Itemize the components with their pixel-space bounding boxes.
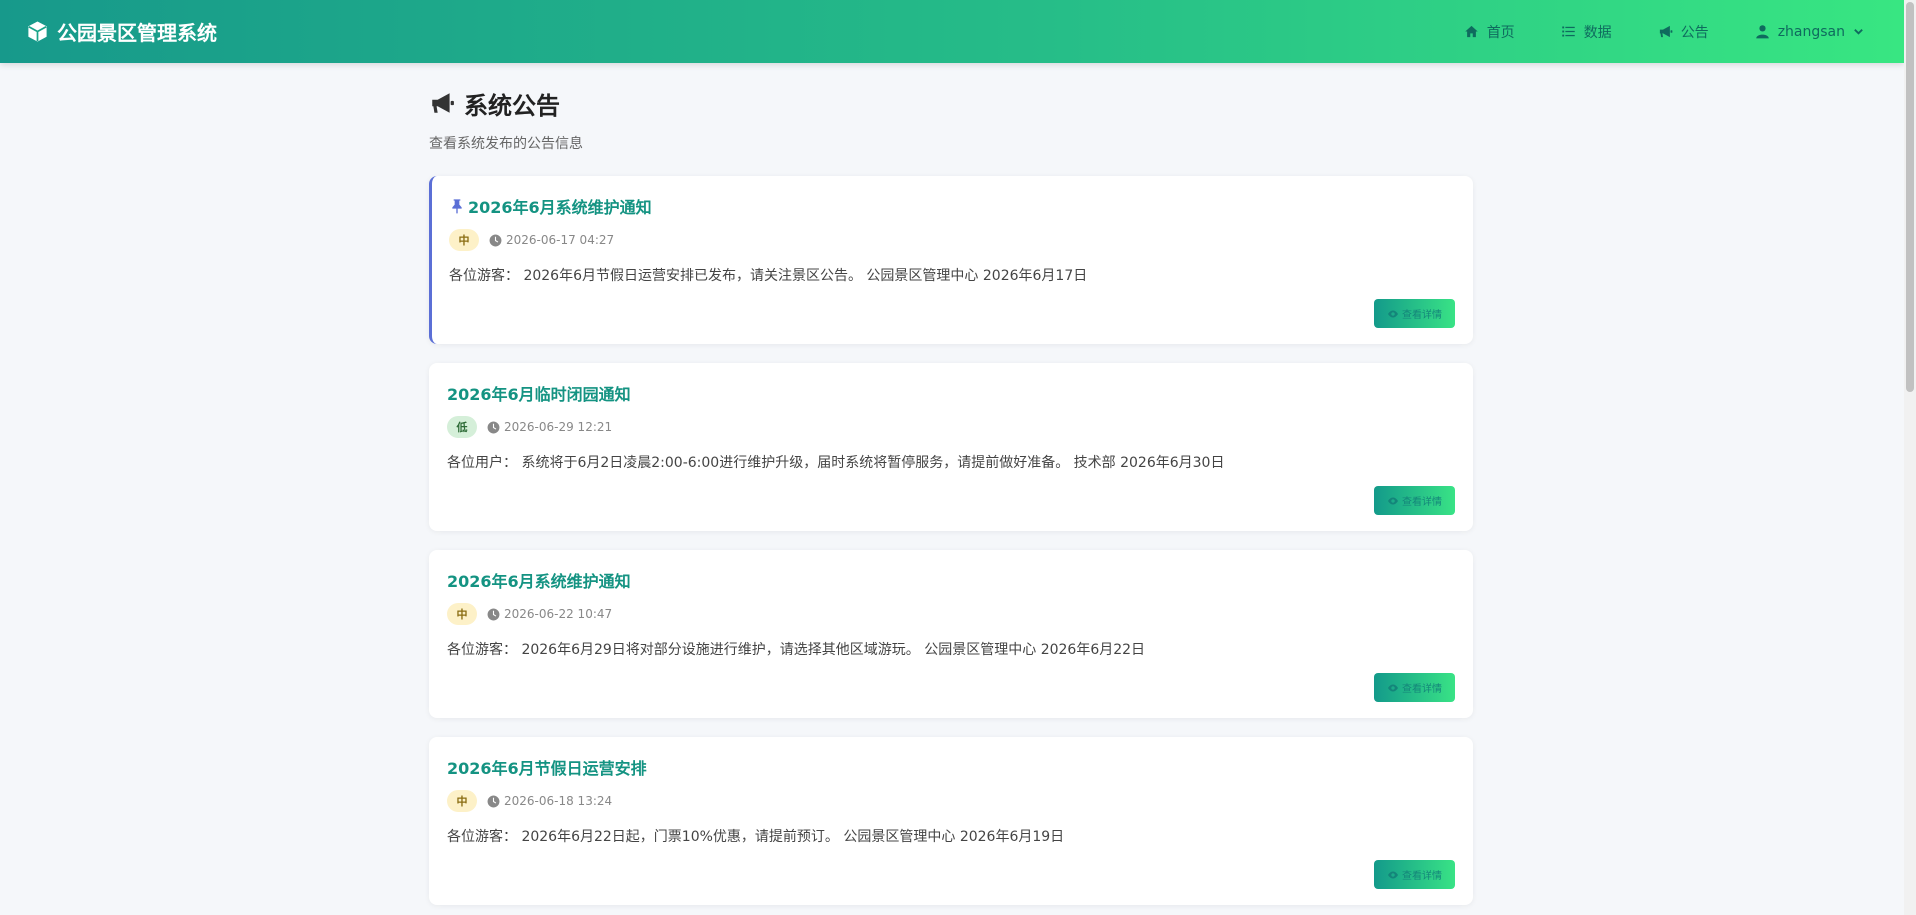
priority-badge: 中 [447, 603, 477, 625]
notice-date-text: 2026-06-18 13:24 [504, 794, 613, 808]
view-detail-label: 查看详情 [1402, 310, 1442, 321]
notice-content: 各位游客： 2026年6月节假日运营安排已发布，请关注景区公告。 公园景区管理中… [449, 268, 1088, 284]
priority-badge: 中 [449, 229, 479, 251]
page-title-text: 系统公告 [464, 91, 560, 120]
nav-data[interactable]: 数据 [1561, 22, 1612, 42]
clock-icon [487, 608, 500, 620]
nav-notice[interactable]: 公告 [1658, 22, 1709, 42]
priority-badge: 低 [447, 416, 477, 438]
notice-date-text: 2026-06-17 04:27 [506, 233, 615, 247]
notice-title-text: 2026年6月节假日运营安排 [447, 759, 647, 778]
notice-date-text: 2026-06-29 12:21 [504, 420, 613, 434]
clock-icon [487, 421, 500, 433]
page-title: 系统公告 [429, 86, 1473, 120]
notice-title[interactable]: 2026年6月节假日运营安排 [447, 755, 647, 779]
notice-title-text: 2026年6月系统维护通知 [468, 198, 652, 217]
view-detail-button[interactable]: 查看详情 [1374, 486, 1455, 515]
page-scrollbar[interactable] [1904, 0, 1916, 915]
view-detail-label: 查看详情 [1402, 497, 1442, 508]
bullhorn-icon [432, 93, 454, 113]
notice-meta: 低 2026-06-29 12:21 [447, 416, 612, 438]
notice-date: 2026-06-18 13:24 [487, 794, 612, 808]
notice-title[interactable]: 2026年6月临时闭园通知 [447, 381, 631, 405]
notice-meta: 中 2026-06-18 13:24 [447, 790, 612, 812]
user-menu[interactable]: zhangsan [1755, 24, 1864, 40]
notice-meta: 中 2026-06-22 10:47 [447, 603, 612, 625]
nav-data-label: 数据 [1583, 24, 1612, 41]
nav-notice-label: 公告 [1680, 24, 1709, 41]
view-detail-button[interactable]: 查看详情 [1374, 673, 1455, 702]
eye-icon [1388, 497, 1398, 504]
notice-meta: 中 2026-06-17 04:27 [449, 229, 614, 251]
cube-icon [28, 21, 47, 42]
notice-content: 各位游客： 2026年6月29日将对部分设施进行维护，请选择其他区域游玩。 公园… [447, 642, 1146, 658]
notice-title[interactable]: 2026年6月系统维护通知 [449, 194, 652, 218]
home-icon [1464, 25, 1478, 38]
notice-date-text: 2026-06-22 10:47 [504, 607, 613, 621]
user-icon [1755, 25, 1769, 39]
scrollbar-thumb[interactable] [1906, 2, 1914, 392]
notice-content: 各位游客： 2026年6月22日起，门票10%优惠，请提前预订。 公园景区管理中… [447, 829, 1065, 845]
chevron-down-icon [1854, 29, 1863, 35]
clock-icon [487, 795, 500, 807]
brand[interactable]: 公园景区管理系统 [26, 0, 217, 63]
notice-card: 2026年6月节假日运营安排 中 2026-06-18 13:24 各位游客： … [429, 737, 1473, 905]
view-detail-label: 查看详情 [1402, 871, 1442, 882]
brand-title: 公园景区管理系统 [57, 21, 217, 45]
priority-badge: 中 [447, 790, 477, 812]
notice-date: 2026-06-29 12:21 [487, 420, 612, 434]
nav-home-label: 首页 [1486, 24, 1515, 41]
notice-content: 各位用户： 系统将于6月2日凌晨2:00-6:00进行维护升级，届时系统将暂停服… [447, 455, 1225, 471]
nav-home[interactable]: 首页 [1464, 22, 1515, 42]
notice-card: 2026年6月系统维护通知 中 2026-06-22 10:47 各位游客： 2… [429, 550, 1473, 718]
notice-title[interactable]: 2026年6月系统维护通知 [447, 568, 631, 592]
nav-links: 首页 数据 公告 zhangsan [1464, 0, 1864, 63]
main-container: 系统公告 查看系统发布的公告信息 2026年6月系统维护通知 中 2026-06… [429, 63, 1473, 905]
view-detail-button[interactable]: 查看详情 [1374, 860, 1455, 889]
eye-icon [1388, 684, 1398, 691]
notice-date: 2026-06-17 04:27 [489, 233, 614, 247]
notice-title-text: 2026年6月临时闭园通知 [447, 385, 631, 404]
list-icon [1561, 26, 1575, 37]
notice-card: 2026年6月临时闭园通知 低 2026-06-29 12:21 各位用户： 系… [429, 363, 1473, 531]
eye-icon [1388, 310, 1398, 317]
view-detail-label: 查看详情 [1402, 684, 1442, 695]
page-subtitle: 查看系统发布的公告信息 [429, 136, 583, 152]
top-navbar: 公园景区管理系统 首页 数据 公告 zhangsan [0, 0, 1904, 63]
notice-card: 2026年6月系统维护通知 中 2026-06-17 04:27 各位游客： 2… [429, 176, 1473, 344]
notice-title-text: 2026年6月系统维护通知 [447, 572, 631, 591]
clock-icon [489, 234, 502, 246]
view-detail-button[interactable]: 查看详情 [1374, 299, 1455, 328]
notice-date: 2026-06-22 10:47 [487, 607, 612, 621]
eye-icon [1388, 871, 1398, 878]
bullhorn-icon [1659, 25, 1673, 38]
user-name: zhangsan [1777, 23, 1845, 40]
thumbtack-icon [452, 199, 462, 214]
